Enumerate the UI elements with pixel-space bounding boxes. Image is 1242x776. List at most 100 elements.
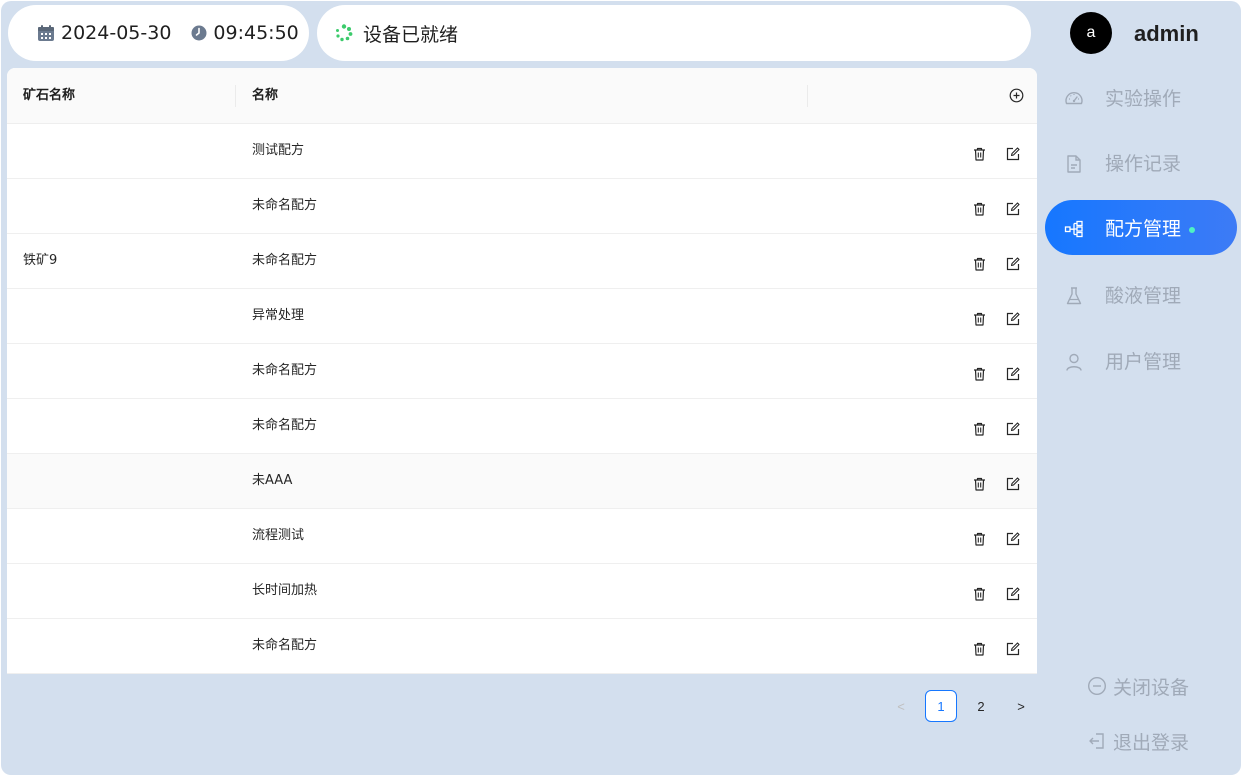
nav-label: 酸液管理	[1105, 285, 1182, 307]
recipe-name-cell: 测试配方	[252, 143, 305, 158]
column-divider	[807, 85, 808, 107]
table-header: 矿石名称 名称	[7, 68, 1037, 124]
nav-label: 配方管理	[1105, 218, 1182, 240]
table-row[interactable]: 异常处理	[7, 289, 1037, 344]
table-row[interactable]: 未命名配方	[7, 619, 1037, 674]
username: admin	[1134, 21, 1199, 46]
delete-button[interactable]	[971, 311, 987, 327]
edit-button[interactable]	[1005, 201, 1021, 217]
page-2-button[interactable]: 2	[965, 690, 997, 722]
delete-button[interactable]	[971, 201, 987, 217]
edit-icon	[1006, 422, 1020, 436]
document-icon	[1064, 154, 1084, 174]
edit-button[interactable]	[1005, 586, 1021, 602]
recipe-name-cell: 未命名配方	[252, 418, 318, 433]
recipe-table: 矿石名称 名称 测试配方 未命名配方 铁矿9 未命名配方 异常处理 未命名配方 未命名配方未…	[7, 68, 1037, 674]
delete-button[interactable]	[971, 531, 987, 547]
nav-item-acid[interactable]: 酸液管理	[1045, 267, 1237, 322]
clock-icon	[191, 25, 207, 41]
trash-icon	[973, 587, 986, 601]
delete-button[interactable]	[971, 256, 987, 272]
delete-button[interactable]	[971, 366, 987, 382]
prev-page-button[interactable]: <	[885, 690, 917, 722]
delete-button[interactable]	[971, 421, 987, 437]
recipe-name-cell: 未命名配方	[252, 198, 318, 213]
trash-icon	[973, 367, 986, 381]
edit-button[interactable]	[1005, 146, 1021, 162]
edit-button[interactable]	[1005, 421, 1021, 437]
table-row[interactable]: 未命名配方	[7, 344, 1037, 399]
avatar[interactable]: a	[1070, 12, 1112, 54]
recipe-name-cell: 未命名配方	[252, 363, 318, 378]
trash-icon	[973, 312, 986, 326]
current-time: 09:45:50	[213, 22, 299, 44]
recipe-name-cell: 未命名配方	[252, 638, 318, 653]
edit-icon	[1006, 642, 1020, 656]
recipe-name-cell: 未命名配方	[252, 253, 318, 268]
next-page-button[interactable]: >	[1005, 690, 1037, 722]
trash-icon	[973, 532, 986, 546]
table-row[interactable]: 未命名配方	[7, 179, 1037, 234]
edit-icon	[1006, 257, 1020, 271]
delete-button[interactable]	[971, 641, 987, 657]
table-row[interactable]: 铁矿9 未命名配方	[7, 234, 1037, 289]
table-row[interactable]: 未命名配方	[7, 399, 1037, 454]
nav-item-experiment[interactable]: 实验操作	[1045, 70, 1237, 125]
add-recipe-button[interactable]	[1009, 88, 1024, 107]
edit-icon	[1006, 587, 1020, 601]
edit-button[interactable]	[1005, 531, 1021, 547]
trash-icon	[973, 477, 986, 491]
nav-item-users[interactable]: 用户管理	[1045, 333, 1237, 388]
edit-button[interactable]	[1005, 476, 1021, 492]
plus-circle-icon	[1009, 88, 1024, 103]
table-row[interactable]: 测试配方	[7, 124, 1037, 179]
loading-spinner-icon	[335, 24, 353, 42]
calendar-icon	[37, 24, 55, 42]
edit-button[interactable]	[1005, 366, 1021, 382]
nav-item-records[interactable]: 操作记录	[1045, 135, 1237, 190]
trash-icon	[973, 257, 986, 271]
minus-circle-icon	[1087, 676, 1107, 696]
flask-icon	[1064, 286, 1084, 306]
datetime-bar: 2024-05-30 09:45:50	[8, 5, 309, 61]
ore-cell: 铁矿9	[23, 253, 58, 268]
edit-button[interactable]	[1005, 311, 1021, 327]
device-status-bar: 设备已就绪	[317, 5, 1031, 61]
column-divider	[235, 85, 236, 107]
gauge-icon	[1064, 89, 1084, 109]
recipe-name-cell: 长时间加热	[252, 583, 318, 598]
recipe-name-cell: 异常处理	[252, 308, 305, 323]
edit-button[interactable]	[1005, 256, 1021, 272]
nav-item-recipes[interactable]: 配方管理	[1045, 200, 1237, 255]
shutdown-label: 关闭设备	[1113, 676, 1190, 699]
recipe-name-cell: 流程测试	[252, 528, 305, 543]
trash-icon	[973, 422, 986, 436]
delete-button[interactable]	[971, 476, 987, 492]
recipe-name-cell: 未AAA	[252, 473, 293, 488]
nav-label: 操作记录	[1105, 153, 1182, 175]
trash-icon	[973, 202, 986, 216]
current-date: 2024-05-30	[61, 22, 172, 44]
edit-icon	[1006, 367, 1020, 381]
trash-icon	[973, 642, 986, 656]
nav-label: 用户管理	[1105, 351, 1182, 373]
table-row[interactable]: 流程测试	[7, 509, 1037, 564]
device-status-text: 设备已就绪	[363, 23, 459, 46]
column-header-ore: 矿石名称	[23, 88, 76, 103]
table-row[interactable]: 长时间加热	[7, 564, 1037, 619]
user-icon	[1064, 352, 1084, 372]
logout-icon	[1087, 731, 1107, 751]
delete-button[interactable]	[971, 586, 987, 602]
delete-button[interactable]	[971, 146, 987, 162]
page-1-button[interactable]: 1	[925, 690, 957, 722]
active-indicator-dot	[1189, 227, 1195, 233]
edit-button[interactable]	[1005, 641, 1021, 657]
edit-icon	[1006, 477, 1020, 491]
logout-label: 退出登录	[1113, 731, 1190, 754]
edit-icon	[1006, 312, 1020, 326]
shutdown-button[interactable]: 关闭设备	[1087, 673, 1189, 699]
column-header-name: 名称	[252, 88, 279, 103]
table-row[interactable]: 未AAA	[7, 454, 1037, 509]
nav-label: 实验操作	[1105, 88, 1182, 110]
logout-button[interactable]: 退出登录	[1087, 728, 1189, 754]
